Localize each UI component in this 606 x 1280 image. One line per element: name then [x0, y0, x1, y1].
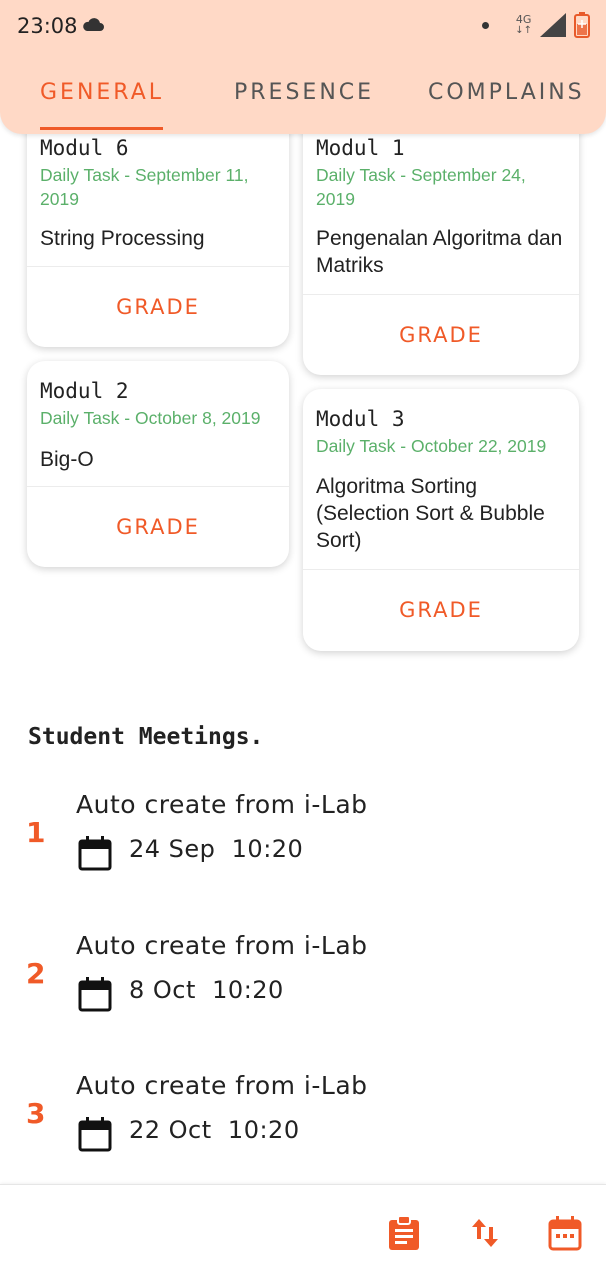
module-title: Modul 2: [40, 379, 129, 403]
calendar-icon: [78, 1117, 112, 1152]
card-divider: [27, 266, 289, 267]
network-label: 4G: [515, 13, 532, 26]
tab-presence[interactable]: PRESENCE: [234, 80, 374, 105]
module-card: Modul 6 Daily Task - September 11, 2019 …: [27, 112, 289, 347]
battery-icon: [574, 12, 590, 38]
sort-icon[interactable]: [468, 1215, 502, 1251]
module-date: Daily Task - October 8, 2019: [40, 408, 261, 428]
meeting-datetime: 22 Oct 10:20: [129, 1116, 300, 1144]
meeting-title: Auto create from i-Lab: [76, 931, 368, 960]
module-date: Daily Task - October 22, 2019: [316, 436, 547, 456]
meeting-number: 2: [26, 957, 46, 990]
grade-button[interactable]: GRADE: [303, 310, 579, 360]
grade-button[interactable]: GRADE: [27, 502, 289, 552]
card-divider: [303, 294, 579, 295]
card-divider: [27, 486, 289, 487]
module-card: Modul 1 Daily Task - September 24, 2019 …: [303, 112, 579, 375]
calendar-icon: [78, 836, 112, 871]
meeting-title: Auto create from i-Lab: [76, 790, 368, 819]
module-name: String Processing: [40, 227, 205, 250]
meeting-datetime: 24 Sep 10:20: [129, 835, 304, 863]
module-name: Pengenalan Algoritma dan Matriks: [316, 227, 563, 277]
bottom-app-bar: [0, 1184, 606, 1280]
module-title: Modul 3: [316, 407, 405, 431]
meeting-number: 3: [26, 1097, 46, 1130]
module-date: Daily Task - September 24, 2019: [316, 165, 526, 209]
clipboard-icon[interactable]: [387, 1215, 421, 1251]
status-icons: 4G ↓↑: [482, 12, 590, 38]
signal-icon: [540, 13, 566, 37]
calendar-icon[interactable]: [548, 1215, 582, 1251]
meetings-heading: Student Meetings.: [28, 724, 264, 750]
module-date: Daily Task - September 11, 2019: [40, 165, 249, 209]
calendar-icon: [78, 977, 112, 1012]
module-title: Modul 6: [40, 136, 129, 160]
network-indicator: 4G ↓↑: [515, 14, 532, 36]
status-time: 23:08: [17, 14, 78, 38]
dot-icon: [482, 21, 490, 29]
app-header: 23:08 4G ↓↑ GENERAL PRESENCE COMPLAINS: [0, 0, 606, 134]
module-name: Big-O: [40, 448, 94, 471]
module-card: Modul 3 Daily Task - October 22, 2019 Al…: [303, 389, 579, 651]
meeting-item[interactable]: 2 Auto create from i-Lab 8 Oct 10:20: [0, 931, 606, 1031]
data-arrows-icon: ↓↑: [515, 25, 532, 36]
meeting-item[interactable]: 1 Auto create from i-Lab 24 Sep 10:20: [0, 790, 606, 890]
meeting-title: Auto create from i-Lab: [76, 1071, 368, 1100]
tab-general[interactable]: GENERAL: [40, 80, 164, 105]
module-card: Modul 2 Daily Task - October 8, 2019 Big…: [27, 361, 289, 567]
tab-indicator: [40, 127, 163, 130]
tab-complains[interactable]: COMPLAINS: [428, 80, 585, 105]
grade-button[interactable]: GRADE: [27, 282, 289, 332]
module-title: Modul 1: [316, 136, 405, 160]
meeting-item[interactable]: 3 Auto create from i-Lab 22 Oct 10:20: [0, 1071, 606, 1171]
module-name: Algoritma Sorting (Selection Sort & Bubb…: [316, 475, 545, 552]
tab-bar: GENERAL PRESENCE COMPLAINS: [0, 70, 606, 130]
meeting-number: 1: [26, 816, 46, 849]
card-divider: [303, 569, 579, 570]
cloud-icon: [83, 18, 104, 31]
meeting-datetime: 8 Oct 10:20: [129, 976, 284, 1004]
grade-button[interactable]: GRADE: [303, 585, 579, 635]
